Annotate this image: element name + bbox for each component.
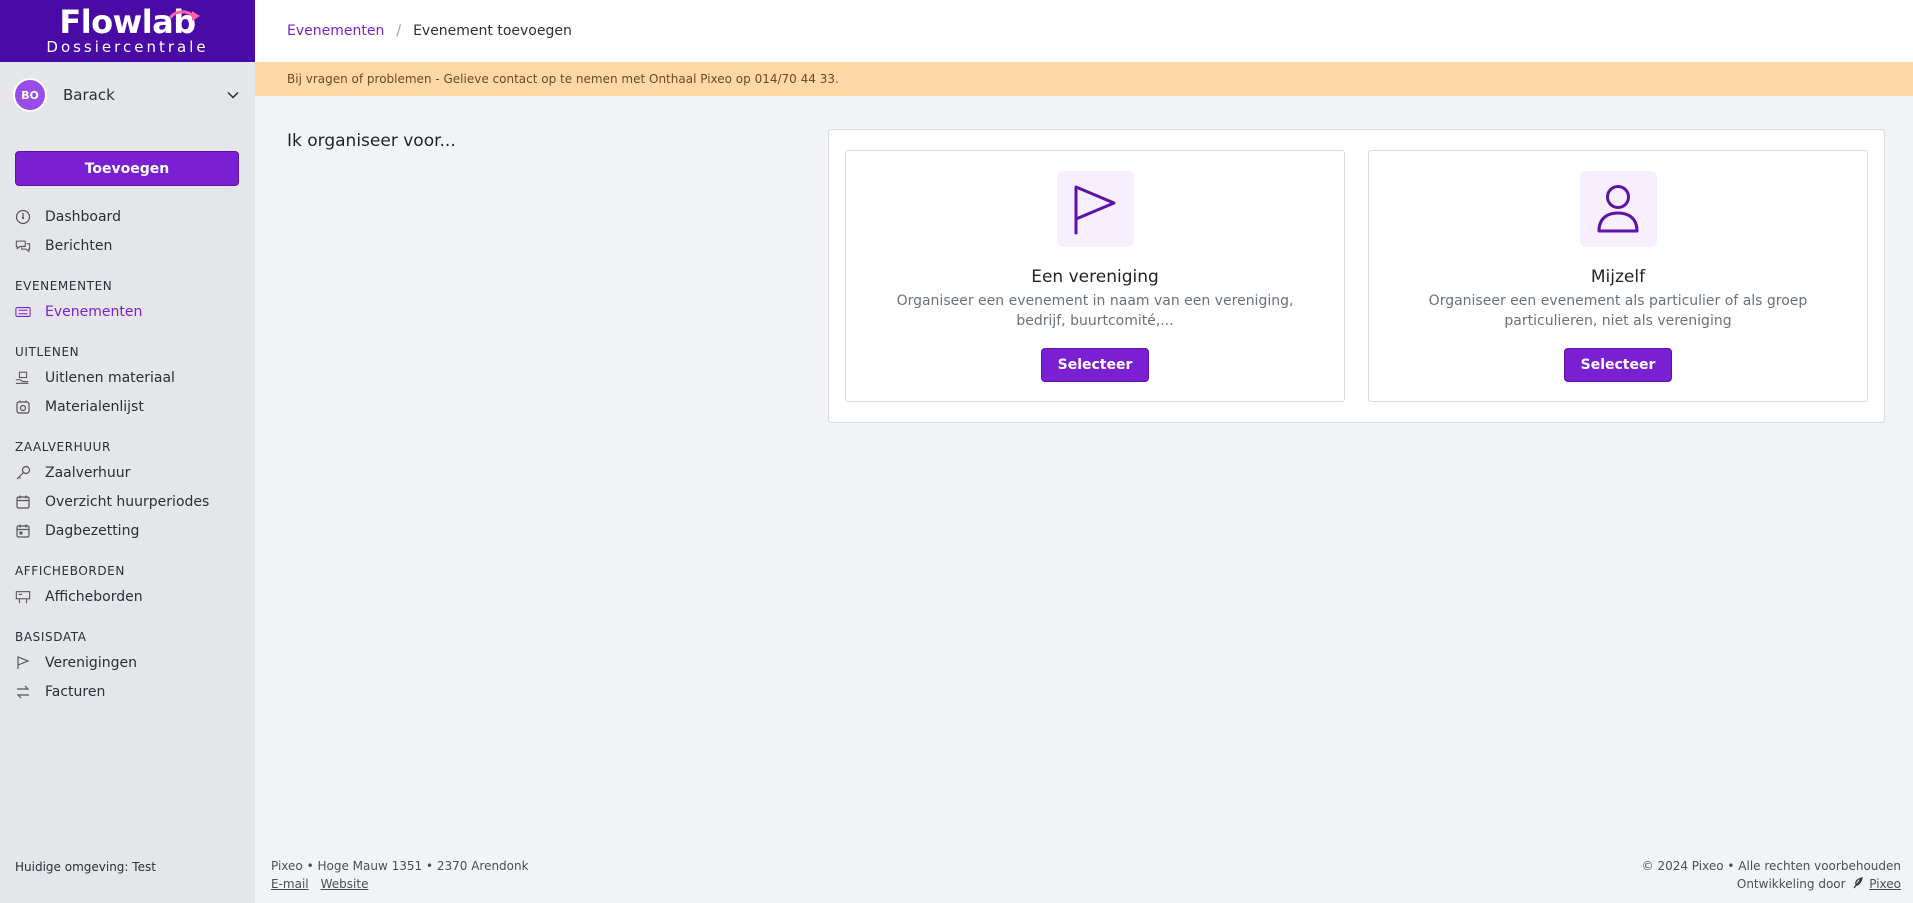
sidebar-item-evenementen[interactable]: Evenementen <box>0 297 255 326</box>
sidebar-item-label: Verenigingen <box>45 654 137 671</box>
key-icon <box>15 465 31 481</box>
card-title: Een vereniging <box>1031 267 1159 287</box>
user-name: Barack <box>63 86 115 104</box>
sidebar-item-label: Materialenlijst <box>45 398 144 415</box>
footer-copyright: © 2024 Pixeo • Alle rechten voorbehouden <box>1641 859 1901 873</box>
sidebar-item-label: Dashboard <box>45 208 121 225</box>
avatar: BO <box>15 80 45 110</box>
sidebar-item-berichten[interactable]: Berichten <box>0 231 255 260</box>
sidebar-item-verenigingen[interactable]: Verenigingen <box>0 648 255 677</box>
flag-icon <box>1056 171 1134 247</box>
sidebar-item-label: Afficheborden <box>45 588 143 605</box>
messages-icon <box>15 238 31 254</box>
footer-email-link[interactable]: E-mail <box>271 877 309 891</box>
section-title-zaalverhuur: ZAALVERHUUR <box>15 440 111 454</box>
sidebar-item-materialenlijst[interactable]: Materialenlijst <box>0 392 255 421</box>
sidebar-item-dashboard[interactable]: Dashboard <box>0 202 255 231</box>
card-title: Mijzelf <box>1590 267 1646 287</box>
chevron-down-icon <box>227 91 239 99</box>
option-card-mijzelf: Mijzelf Organiseer een evenement als par… <box>1368 150 1868 402</box>
breadcrumb-link-evenementen[interactable]: Evenementen <box>287 23 384 39</box>
notice-banner: Bij vragen of problemen - Gelieve contac… <box>255 62 1913 96</box>
sidebar-item-label: Evenementen <box>45 303 143 320</box>
dashboard-icon <box>15 209 31 225</box>
sidebar-item-label: Uitlenen materiaal <box>45 369 175 386</box>
calendar-icon <box>15 494 31 510</box>
brand-subtitle: Dossiercentrale <box>46 38 209 56</box>
ticket-icon <box>15 304 31 320</box>
footer-dev-link[interactable]: Pixeo <box>1869 877 1901 891</box>
brand-logo[interactable]: Flowlab Dossiercentrale <box>0 0 255 62</box>
environment-label: Huidige omgeving: Test <box>15 860 156 874</box>
select-vereniging-button[interactable]: Selecteer <box>1040 348 1150 382</box>
sidebar-nav: Dashboard Berichten EVENEMENTEN Evenemen… <box>0 202 255 706</box>
sidebar-item-label: Overzicht huurperiodes <box>45 493 210 510</box>
logo-flag-icon <box>168 10 200 21</box>
sidebar-item-afficheborden[interactable]: Afficheborden <box>0 582 255 611</box>
sidebar-item-facturen[interactable]: Facturen <box>0 677 255 706</box>
footer-dev-prefix: Ontwikkeling door <box>1736 877 1846 891</box>
sidebar-item-label: Berichten <box>45 237 113 254</box>
sidebar-item-uitlenen-materiaal[interactable]: Uitlenen materiaal <box>0 363 255 392</box>
section-title-afficheborden: AFFICHEBORDEN <box>15 564 125 578</box>
calendar-day-icon <box>15 523 31 539</box>
select-mijzelf-button[interactable]: Selecteer <box>1563 348 1673 382</box>
footer-website-link[interactable]: Website <box>321 877 369 891</box>
footer-address: Pixeo • Hoge Mauw 1351 • 2370 Arendonk <box>271 859 529 873</box>
organizer-choice-panel: Een vereniging Organiseer een evenement … <box>828 129 1885 423</box>
breadcrumb-separator: / <box>396 23 402 39</box>
section-title-basisdata: BASISDATA <box>15 630 87 644</box>
sidebar-item-label: Facturen <box>45 683 106 700</box>
user-menu[interactable]: BO Barack <box>0 62 255 128</box>
sidebar: Flowlab Dossiercentrale BO Barack Toevoe… <box>0 0 255 903</box>
box-icon <box>15 399 31 415</box>
flag-icon <box>15 655 31 671</box>
user-icon <box>1579 171 1657 247</box>
arrows-exchange-icon <box>15 684 31 700</box>
footer-left: Pixeo • Hoge Mauw 1351 • 2370 Arendonk E… <box>271 857 529 893</box>
add-button[interactable]: Toevoegen <box>15 151 239 186</box>
leaf-icon <box>1853 877 1864 889</box>
billboard-icon <box>15 589 31 605</box>
option-card-vereniging: Een vereniging Organiseer een evenement … <box>845 150 1345 402</box>
page-title: Ik organiseer voor... <box>287 131 456 151</box>
section-title-evenementen: EVENEMENTEN <box>15 279 113 293</box>
sidebar-item-dagbezetting[interactable]: Dagbezetting <box>0 516 255 545</box>
breadcrumb-current: Evenement toevoegen <box>413 23 572 39</box>
sidebar-item-zaalverhuur[interactable]: Zaalverhuur <box>0 458 255 487</box>
section-title-uitlenen: UITLENEN <box>15 345 80 359</box>
sidebar-item-label: Zaalverhuur <box>45 464 131 481</box>
card-description: Organiseer een evenement als particulier… <box>1428 293 1808 329</box>
sidebar-item-label: Dagbezetting <box>45 522 140 539</box>
hand-box-icon <box>15 370 31 386</box>
breadcrumb: Evenementen / Evenement toevoegen <box>255 0 1913 62</box>
card-description: Organiseer een evenement in naam van een… <box>896 293 1294 329</box>
sidebar-item-overzicht-huurperiodes[interactable]: Overzicht huurperiodes <box>0 487 255 516</box>
footer-right: © 2024 Pixeo • Alle rechten voorbehouden… <box>1642 857 1901 893</box>
